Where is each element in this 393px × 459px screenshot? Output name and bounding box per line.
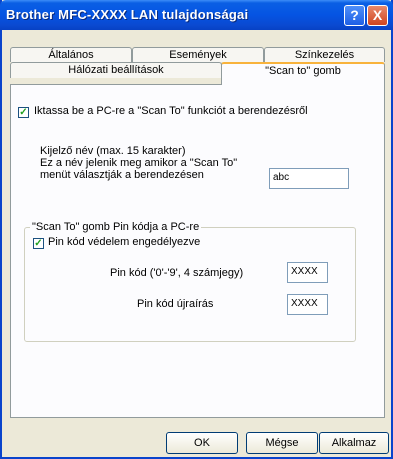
pin-code-input[interactable]: XXXX [287,262,328,283]
pin-repeat-input[interactable]: XXXX [287,294,328,315]
tab-szinkezeles[interactable]: Színkezelés [264,47,385,62]
tab-halozati-beallitasok[interactable]: Hálózati beállítások [10,62,222,78]
tab-altalanos[interactable]: Általános [10,47,132,62]
cancel-button[interactable]: Mégse [246,432,318,454]
register-scan-to-checkbox[interactable]: ✓ [18,107,29,118]
apply-button[interactable]: Alkalmaz [319,432,389,454]
tab-scan-to-gomb[interactable]: "Scan to" gomb [221,62,385,85]
title-bar[interactable]: Brother MFC-XXXX LAN tulajdonságai ? X [0,0,393,30]
window-title: Brother MFC-XXXX LAN tulajdonságai [6,7,249,22]
tab-esemenyek[interactable]: Események [132,47,264,62]
pin-protection-label: Pin kód védelem engedélyezve [48,236,201,248]
display-name-desc-2: Ez a név jelenik meg amikor a "Scan To" [40,157,238,169]
close-button[interactable]: X [367,5,388,26]
pin-protection-checkbox[interactable]: ✓ [33,238,44,249]
register-scan-to-label: Iktassa be a PC-re a "Scan To" funkciót … [34,105,308,117]
display-name-input[interactable]: abc [269,168,349,189]
properties-window: Brother MFC-XXXX LAN tulajdonságai ? X Á… [0,0,393,459]
pin-repeat-label: Pin kód újraírás [137,298,214,310]
tab-panel: ✓ Iktassa be a PC-re a "Scan To" funkció… [10,84,385,418]
display-name-desc-3: menüt választják a berendezésen [40,169,204,181]
ok-button[interactable]: OK [166,432,238,454]
display-name-desc-1: Kijelző név (max. 15 karakter) [40,145,186,157]
help-button[interactable]: ? [344,5,365,26]
pin-code-group: "Scan To" gomb Pin kódja a PC-re ✓ Pin k… [24,221,356,342]
pin-code-label: Pin kód ('0'-'9', 4 számjegy) [110,267,244,279]
pin-group-legend: "Scan To" gomb Pin kódja a PC-re [30,221,202,233]
